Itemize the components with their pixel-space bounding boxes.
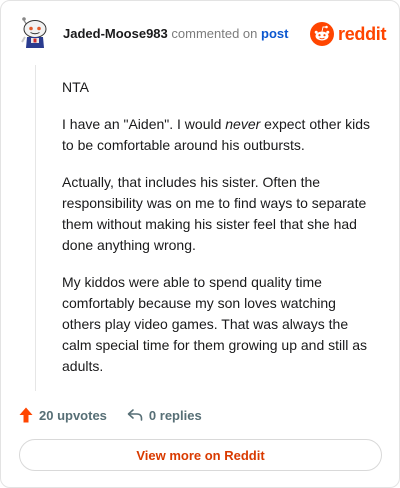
reply-arrow-icon [127,409,143,421]
comment-paragraph-2: I have an "Aiden". I would never expect … [62,114,377,156]
action-text: commented on [171,26,258,41]
replies-stat[interactable]: 0 replies [127,408,202,423]
emphasized-text: never [225,116,261,132]
upvotes-stat[interactable]: 20 upvotes [19,407,107,423]
reddit-logo-icon [310,22,334,46]
reddit-brand[interactable]: reddit [310,21,387,47]
comment-paragraph-4: My kiddos were able to spend quality tim… [62,274,368,374]
comment-text: I have an "Aiden". I would [62,116,226,132]
upvote-arrow-icon [19,407,33,423]
upvotes-count: 20 upvotes [39,407,107,423]
comment-embed-card: Jaded-Moose983 commented on post reddit … [0,0,400,488]
comment-paragraph-1: NTA [62,79,89,95]
username-link[interactable]: Jaded-Moose983 [63,26,168,41]
comment-paragraph-3: Actually, that includes his sister. Ofte… [62,174,367,253]
brand-wordmark: reddit [338,23,387,44]
comment-header: Jaded-Moose983 commented on post [63,26,288,41]
view-more-button[interactable]: View more on Reddit [19,439,382,471]
snoo-avatar-icon [21,17,47,48]
user-avatar[interactable] [19,16,51,50]
comment-footer: 20 upvotes 0 replies [19,405,202,425]
replies-count: 0 replies [148,407,202,423]
comment-body: NTA I have an "Aiden". I would never exp… [62,77,377,393]
post-link[interactable]: post [261,26,288,41]
thread-line [35,65,36,391]
